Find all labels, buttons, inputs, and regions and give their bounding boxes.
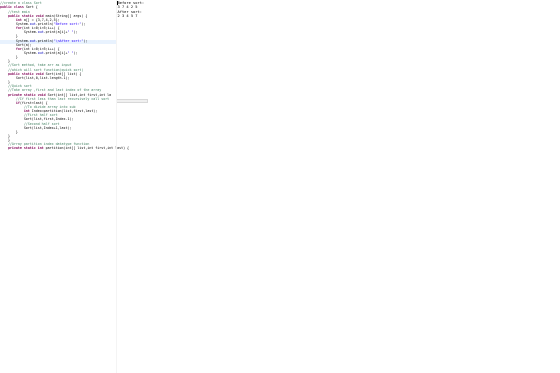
text-caret: [117, 1, 118, 5]
console-line: 2 3 4 5 7: [117, 14, 138, 19]
code-editor[interactable]: //create a class Sort public class Sort {…: [0, 0, 129, 373]
code-token: "\nAfter sort:": [53, 38, 84, 43]
code-token: private static int: [0, 146, 46, 151]
code-token: );: [83, 38, 88, 43]
code-token: );: [73, 30, 78, 35]
code-token: );: [73, 51, 78, 55]
code-token: Sort(list,0,list.length-1);: [0, 75, 70, 80]
code-line: private static int partition(int[] list,…: [0, 146, 129, 150]
console-output[interactable]: Before sort: 3 7 4 2 5 After sort: 2 3 4…: [117, 0, 560, 373]
code-line: Sort(list,0,list.length-1);: [0, 75, 70, 80]
code-token: .println(: [35, 38, 54, 43]
code-token: .print(a[i]+: [43, 51, 68, 55]
code-token: );: [81, 21, 86, 26]
code-token: .print(a[i]+: [43, 30, 68, 35]
